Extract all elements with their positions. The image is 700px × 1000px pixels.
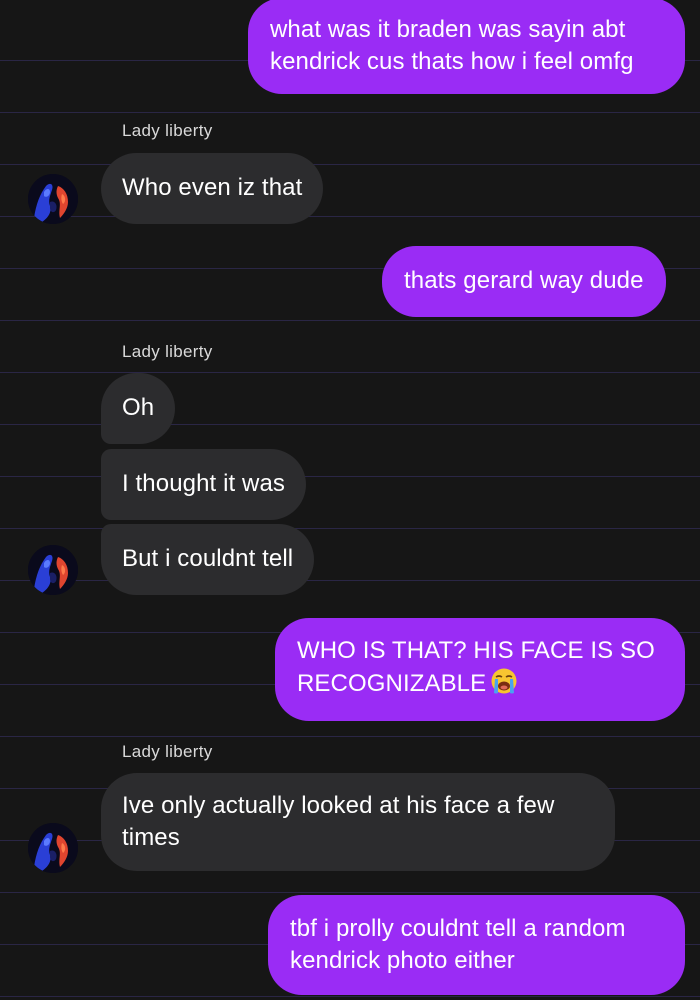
sender-name: Lady liberty: [122, 342, 213, 361]
incoming-message-bubble[interactable]: I thought it was: [101, 449, 307, 520]
message-text: tbf i prolly couldnt tell a random kendr…: [290, 915, 626, 974]
avatar-icon: [28, 545, 78, 595]
avatar-icon: [28, 823, 78, 873]
message-text: what was it braden was sayin abt kendric…: [270, 16, 634, 75]
incoming-message-bubble[interactable]: Who even iz that: [101, 153, 324, 224]
incoming-message-bubble[interactable]: Ive only actually looked at his face a f…: [101, 773, 615, 871]
outgoing-message-bubble[interactable]: what was it braden was sayin abt kendric…: [248, 0, 685, 94]
loudly-crying-face-icon: [490, 667, 518, 704]
message-text: Who even iz that: [122, 174, 303, 201]
outgoing-message-bubble[interactable]: WHO IS THAT? HIS FACE IS SO RECOGNIZABLE: [275, 618, 685, 721]
contact-avatar[interactable]: [28, 174, 78, 224]
message-text: Ive only actually looked at his face a f…: [122, 792, 555, 851]
message-text: thats gerard way dude: [404, 267, 644, 294]
outgoing-message-bubble[interactable]: thats gerard way dude: [382, 246, 666, 317]
avatar-icon: [28, 174, 78, 224]
outgoing-message-bubble[interactable]: tbf i prolly couldnt tell a random kendr…: [268, 895, 685, 995]
message-thread: what was it braden was sayin abt kendric…: [0, 0, 700, 1000]
contact-avatar[interactable]: [28, 545, 78, 595]
message-text: But i couldnt tell: [122, 545, 294, 572]
contact-avatar[interactable]: [28, 823, 78, 873]
incoming-message-bubble[interactable]: Oh: [101, 373, 176, 444]
sender-name: Lady liberty: [122, 121, 213, 140]
message-text: I thought it was: [122, 470, 286, 497]
message-text: WHO IS THAT? HIS FACE IS SO RECOGNIZABLE: [297, 637, 655, 697]
incoming-message-bubble[interactable]: But i couldnt tell: [101, 524, 315, 595]
sender-name: Lady liberty: [122, 742, 213, 761]
message-text: Oh: [122, 394, 155, 421]
